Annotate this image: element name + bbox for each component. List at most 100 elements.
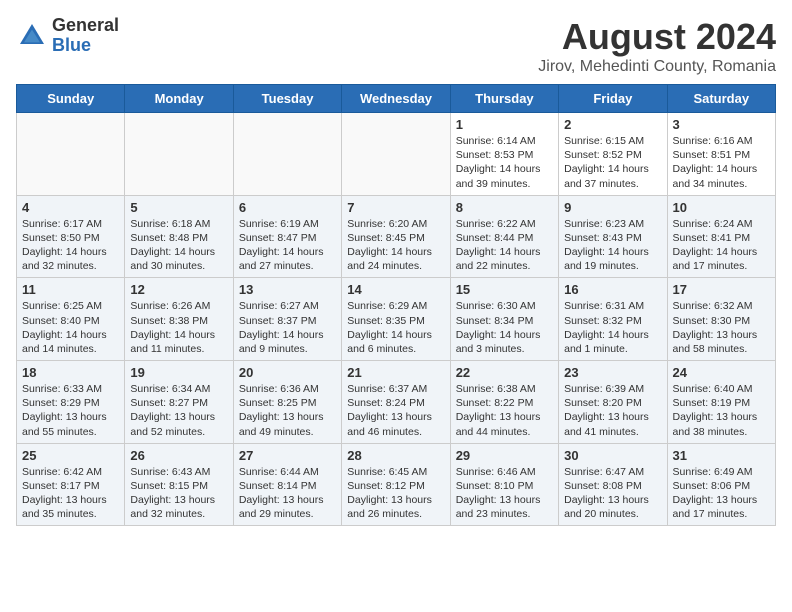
day-info: Sunrise: 6:37 AM Sunset: 8:24 PM Dayligh…: [347, 382, 444, 439]
day-number: 21: [347, 365, 444, 380]
calendar-cell: [17, 113, 125, 196]
calendar-cell: 13 Sunrise: 6:27 AM Sunset: 8:37 PM Dayli…: [233, 278, 341, 361]
weekday-header-row: SundayMondayTuesdayWednesdayThursdayFrid…: [17, 85, 776, 113]
day-info: Sunrise: 6:33 AM Sunset: 8:29 PM Dayligh…: [22, 382, 119, 439]
calendar-cell: 23 Sunrise: 6:39 AM Sunset: 8:20 PM Dayli…: [559, 361, 667, 444]
calendar-cell: 26Sunrise: 6:43 AM Sunset: 8:15 PM Dayli…: [125, 443, 233, 526]
calendar-cell: 11 Sunrise: 6:25 AM Sunset: 8:40 PM Dayli…: [17, 278, 125, 361]
calendar-cell: 14Sunrise: 6:29 AM Sunset: 8:35 PM Dayli…: [342, 278, 450, 361]
day-number: 30: [564, 448, 661, 463]
calendar-cell: 22 Sunrise: 6:38 AM Sunset: 8:22 PM Dayli…: [450, 361, 558, 444]
day-info: Sunrise: 6:27 AM Sunset: 8:37 PM Dayligh…: [239, 299, 336, 356]
page-subtitle: Jirov, Mehedinti County, Romania: [538, 58, 776, 76]
day-number: 7: [347, 200, 444, 215]
day-number: 31: [673, 448, 770, 463]
day-info: Sunrise: 6:17 AM Sunset: 8:50 PM Dayligh…: [22, 217, 119, 274]
day-info: Sunrise: 6:14 AM Sunset: 8:53 PM Dayligh…: [456, 134, 553, 191]
logo-text: General Blue: [52, 16, 119, 56]
calendar-cell: 2 Sunrise: 6:15 AM Sunset: 8:52 PM Daylig…: [559, 113, 667, 196]
day-info: Sunrise: 6:44 AM Sunset: 8:14 PM Dayligh…: [239, 465, 336, 522]
day-info: Sunrise: 6:32 AM Sunset: 8:30 PM Dayligh…: [673, 299, 770, 356]
day-info: Sunrise: 6:40 AM Sunset: 8:19 PM Dayligh…: [673, 382, 770, 439]
calendar-cell: 5Sunrise: 6:18 AM Sunset: 8:48 PM Daylig…: [125, 195, 233, 278]
day-info: Sunrise: 6:39 AM Sunset: 8:20 PM Dayligh…: [564, 382, 661, 439]
title-area: August 2024 Jirov, Mehedinti County, Rom…: [538, 16, 776, 76]
calendar-cell: 6 Sunrise: 6:19 AM Sunset: 8:47 PM Daylig…: [233, 195, 341, 278]
day-number: 23: [564, 365, 661, 380]
calendar-cell: 3 Sunrise: 6:16 AM Sunset: 8:51 PM Daylig…: [667, 113, 775, 196]
day-number: 28: [347, 448, 444, 463]
day-info: Sunrise: 6:26 AM Sunset: 8:38 PM Dayligh…: [130, 299, 227, 356]
day-info: Sunrise: 6:24 AM Sunset: 8:41 PM Dayligh…: [673, 217, 770, 274]
day-number: 11: [22, 282, 119, 297]
day-number: 29: [456, 448, 553, 463]
calendar-cell: 9Sunrise: 6:23 AM Sunset: 8:43 PM Daylig…: [559, 195, 667, 278]
day-number: 9: [564, 200, 661, 215]
calendar-week-row: 1Sunrise: 6:14 AM Sunset: 8:53 PM Daylig…: [17, 113, 776, 196]
day-info: Sunrise: 6:16 AM Sunset: 8:51 PM Dayligh…: [673, 134, 770, 191]
day-info: Sunrise: 6:34 AM Sunset: 8:27 PM Dayligh…: [130, 382, 227, 439]
day-info: Sunrise: 6:36 AM Sunset: 8:25 PM Dayligh…: [239, 382, 336, 439]
day-number: 5: [130, 200, 227, 215]
calendar-cell: 20 Sunrise: 6:36 AM Sunset: 8:25 PM Dayli…: [233, 361, 341, 444]
calendar-cell: [233, 113, 341, 196]
logo-blue: Blue: [52, 36, 119, 56]
weekday-header-sunday: Sunday: [17, 85, 125, 113]
day-number: 10: [673, 200, 770, 215]
calendar-cell: 28Sunrise: 6:45 AM Sunset: 8:12 PM Dayli…: [342, 443, 450, 526]
calendar-cell: 8 Sunrise: 6:22 AM Sunset: 8:44 PM Daylig…: [450, 195, 558, 278]
day-info: Sunrise: 6:30 AM Sunset: 8:34 PM Dayligh…: [456, 299, 553, 356]
calendar-cell: 27 Sunrise: 6:44 AM Sunset: 8:14 PM Dayli…: [233, 443, 341, 526]
calendar-cell: 29 Sunrise: 6:46 AM Sunset: 8:10 PM Dayli…: [450, 443, 558, 526]
day-info: Sunrise: 6:46 AM Sunset: 8:10 PM Dayligh…: [456, 465, 553, 522]
day-number: 22: [456, 365, 553, 380]
calendar-week-row: 25 Sunrise: 6:42 AM Sunset: 8:17 PM Dayli…: [17, 443, 776, 526]
day-number: 15: [456, 282, 553, 297]
calendar-cell: 4Sunrise: 6:17 AM Sunset: 8:50 PM Daylig…: [17, 195, 125, 278]
day-number: 26: [130, 448, 227, 463]
day-number: 25: [22, 448, 119, 463]
day-info: Sunrise: 6:15 AM Sunset: 8:52 PM Dayligh…: [564, 134, 661, 191]
weekday-header-saturday: Saturday: [667, 85, 775, 113]
day-number: 2: [564, 117, 661, 132]
day-number: 19: [130, 365, 227, 380]
day-number: 27: [239, 448, 336, 463]
calendar-cell: 30Sunrise: 6:47 AM Sunset: 8:08 PM Dayli…: [559, 443, 667, 526]
day-info: Sunrise: 6:19 AM Sunset: 8:47 PM Dayligh…: [239, 217, 336, 274]
calendar-cell: 15 Sunrise: 6:30 AM Sunset: 8:34 PM Dayli…: [450, 278, 558, 361]
calendar-week-row: 11 Sunrise: 6:25 AM Sunset: 8:40 PM Dayli…: [17, 278, 776, 361]
calendar-cell: 24 Sunrise: 6:40 AM Sunset: 8:19 PM Dayli…: [667, 361, 775, 444]
calendar-table: SundayMondayTuesdayWednesdayThursdayFrid…: [16, 84, 776, 526]
calendar-week-row: 18Sunrise: 6:33 AM Sunset: 8:29 PM Dayli…: [17, 361, 776, 444]
day-number: 24: [673, 365, 770, 380]
calendar-cell: 18Sunrise: 6:33 AM Sunset: 8:29 PM Dayli…: [17, 361, 125, 444]
calendar-cell: 21 Sunrise: 6:37 AM Sunset: 8:24 PM Dayli…: [342, 361, 450, 444]
page-title: August 2024: [538, 16, 776, 58]
calendar-cell: [125, 113, 233, 196]
logo: General Blue: [16, 16, 119, 56]
day-info: Sunrise: 6:29 AM Sunset: 8:35 PM Dayligh…: [347, 299, 444, 356]
weekday-header-friday: Friday: [559, 85, 667, 113]
day-number: 12: [130, 282, 227, 297]
calendar-week-row: 4Sunrise: 6:17 AM Sunset: 8:50 PM Daylig…: [17, 195, 776, 278]
weekday-header-monday: Monday: [125, 85, 233, 113]
weekday-header-tuesday: Tuesday: [233, 85, 341, 113]
calendar-cell: 16Sunrise: 6:31 AM Sunset: 8:32 PM Dayli…: [559, 278, 667, 361]
day-number: 20: [239, 365, 336, 380]
calendar-cell: 10 Sunrise: 6:24 AM Sunset: 8:41 PM Dayli…: [667, 195, 775, 278]
logo-general: General: [52, 16, 119, 36]
day-number: 3: [673, 117, 770, 132]
day-info: Sunrise: 6:22 AM Sunset: 8:44 PM Dayligh…: [456, 217, 553, 274]
calendar-cell: 1Sunrise: 6:14 AM Sunset: 8:53 PM Daylig…: [450, 113, 558, 196]
day-info: Sunrise: 6:25 AM Sunset: 8:40 PM Dayligh…: [22, 299, 119, 356]
day-number: 17: [673, 282, 770, 297]
day-number: 8: [456, 200, 553, 215]
weekday-header-wednesday: Wednesday: [342, 85, 450, 113]
day-number: 13: [239, 282, 336, 297]
calendar-cell: 17 Sunrise: 6:32 AM Sunset: 8:30 PM Dayli…: [667, 278, 775, 361]
day-info: Sunrise: 6:42 AM Sunset: 8:17 PM Dayligh…: [22, 465, 119, 522]
day-info: Sunrise: 6:38 AM Sunset: 8:22 PM Dayligh…: [456, 382, 553, 439]
day-info: Sunrise: 6:49 AM Sunset: 8:06 PM Dayligh…: [673, 465, 770, 522]
day-number: 6: [239, 200, 336, 215]
calendar-cell: 31 Sunrise: 6:49 AM Sunset: 8:06 PM Dayli…: [667, 443, 775, 526]
